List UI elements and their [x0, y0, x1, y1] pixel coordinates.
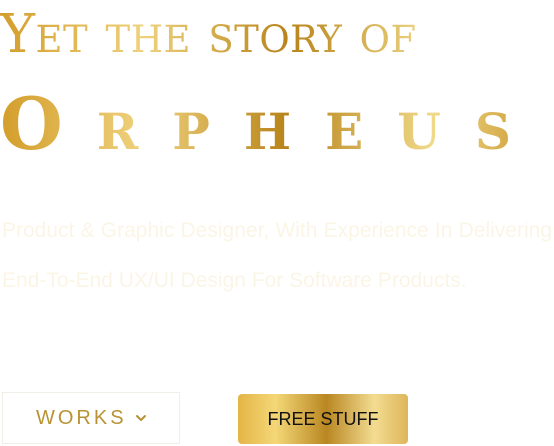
- free-stuff-button[interactable]: FREE STUFF: [238, 394, 408, 444]
- hero-description: Product & Graphic Designer, With Experie…: [2, 219, 552, 292]
- free-stuff-button-label: FREE STUFF: [267, 408, 379, 429]
- chevron-down-icon: [135, 412, 147, 424]
- works-button-label: WORKS: [36, 406, 127, 429]
- works-dropdown-button[interactable]: WORKS: [2, 392, 180, 444]
- hero-title-line-1: Yet the story of: [0, 8, 554, 61]
- hero-title-line-2: Orpheus: [0, 88, 554, 160]
